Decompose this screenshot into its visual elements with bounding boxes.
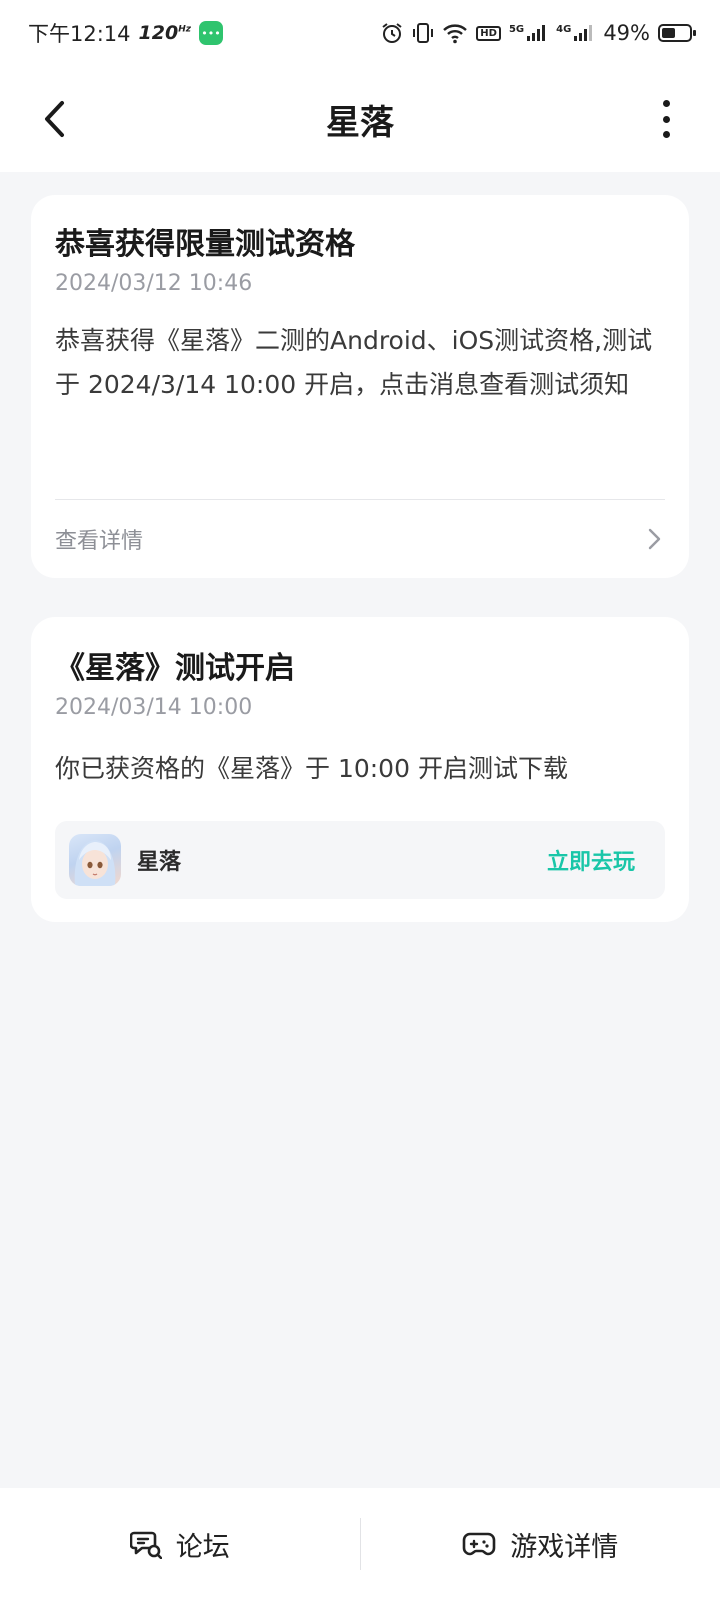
hd-badge: HD <box>476 25 501 41</box>
play-now-button[interactable]: 立即去玩 <box>547 844 635 876</box>
refresh-rate: 120Hz <box>139 22 191 44</box>
forum-tab[interactable]: 论坛 <box>0 1488 360 1600</box>
battery-icon <box>658 24 696 42</box>
game-avatar-icon <box>69 834 121 886</box>
message-title: 《星落》测试开启 <box>55 651 295 686</box>
refresh-rate-unit: Hz <box>178 24 191 35</box>
divider <box>55 499 665 500</box>
battery-percent: 49% <box>603 21 650 45</box>
more-dot <box>662 115 670 123</box>
chevron-left-icon <box>45 101 64 137</box>
status-bar-left: 下午12:14 120Hz ••• <box>28 18 223 48</box>
network-4g-label: 4G <box>556 24 572 35</box>
message-time: 2024/03/12 10:46 <box>55 271 253 296</box>
page-title: 星落 <box>326 102 394 143</box>
chevron-right-icon <box>645 528 665 550</box>
status-bar: 下午12:14 120Hz ••• HD 5G 4G 49% <box>0 0 720 66</box>
back-button[interactable] <box>34 96 74 142</box>
status-bar-right: HD 5G 4G 49% <box>380 21 696 45</box>
alarm-icon <box>380 21 404 45</box>
message-card-test-open[interactable]: 《星落》测试开启 2024/03/14 10:00 你已获资格的《星落》于 10… <box>31 617 689 922</box>
status-time: 下午12:14 <box>28 22 131 46</box>
more-vertical-icon <box>662 100 670 107</box>
message-time: 2024/03/14 10:00 <box>55 695 253 720</box>
game-details-tab[interactable]: 游戏详情 <box>361 1488 720 1600</box>
game-entry[interactable]: 星落 立即去玩 <box>55 821 665 899</box>
forum-chat-icon <box>129 1531 162 1559</box>
nav-bar: 星落 <box>0 66 720 172</box>
more-dot <box>662 131 670 138</box>
message-body: 恭喜获得《星落》二测的Android、iOS测试资格,测试于 2024/3/14… <box>55 326 653 399</box>
signal-icon-secondary: 4G <box>556 24 595 42</box>
signal-icon: 5G <box>509 24 548 42</box>
vibrate-icon <box>412 21 434 45</box>
bottom-bar: 论坛 游戏详情 <box>0 1488 720 1600</box>
refresh-rate-value: 120 <box>138 22 179 44</box>
wifi-icon <box>442 22 468 44</box>
chat-app-icon: ••• <box>198 21 223 45</box>
network-5g-label: 5G <box>508 24 525 35</box>
gamepad-icon <box>462 1532 496 1556</box>
game-name: 星落 <box>137 850 182 875</box>
message-title: 恭喜获得限量测试资格 <box>55 227 355 262</box>
message-body: 你已获资格的《星落》于 10:00 开启测试下载 <box>55 754 568 783</box>
view-details-link[interactable]: 查看详情 <box>55 511 665 567</box>
game-details-label: 游戏详情 <box>510 1531 619 1563</box>
forum-label: 论坛 <box>175 1531 230 1563</box>
battery-fill <box>662 28 675 38</box>
message-card-qualification[interactable]: 恭喜获得限量测试资格 2024/03/12 10:46 恭喜获得《星落》二测的A… <box>31 195 689 578</box>
view-details-label: 查看详情 <box>55 529 144 554</box>
more-menu-button[interactable] <box>658 100 674 138</box>
